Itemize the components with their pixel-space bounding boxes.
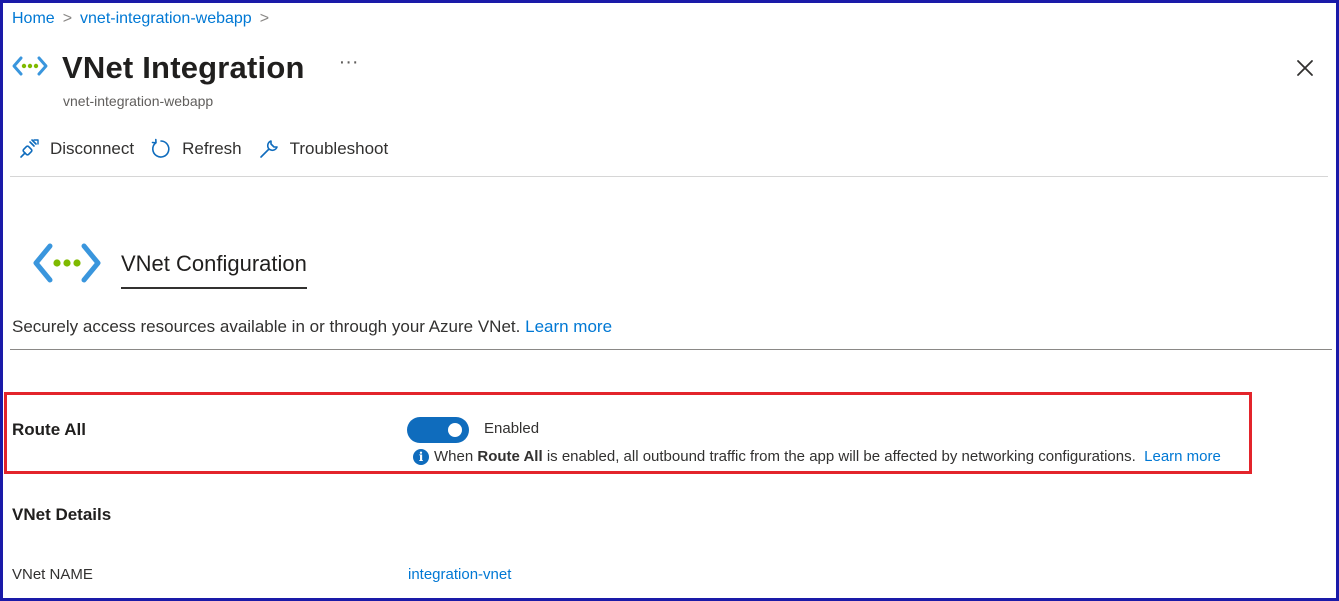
breadcrumb-webapp-link[interactable]: vnet-integration-webapp	[80, 10, 252, 28]
toolbar-divider	[10, 176, 1328, 177]
route-all-info: i When Route All is enabled, all outboun…	[413, 448, 1221, 465]
vnet-configuration-icon	[32, 240, 102, 291]
vnet-icon	[12, 54, 48, 83]
more-options-button[interactable]: ···	[339, 51, 359, 74]
breadcrumb-separator: >	[259, 10, 270, 27]
disconnect-button[interactable]: Disconnect	[18, 138, 134, 160]
info-text-bold: Route All	[477, 448, 543, 465]
close-icon	[1297, 60, 1313, 76]
refresh-button[interactable]: Refresh	[150, 138, 242, 160]
page-header: VNet Integration ···	[12, 50, 359, 86]
info-text-prefix: When	[434, 448, 474, 465]
route-all-label: Route All	[12, 420, 86, 439]
breadcrumb: Home > vnet-integration-webapp >	[12, 10, 269, 28]
close-button[interactable]	[1293, 56, 1317, 80]
learn-more-link[interactable]: Learn more	[525, 317, 612, 336]
page-title: VNet Integration	[62, 50, 305, 85]
description-text: Securely access resources available in o…	[12, 317, 521, 336]
route-all-toggle-state: Enabled	[484, 420, 540, 437]
troubleshoot-label: Troubleshoot	[289, 139, 389, 158]
refresh-icon	[151, 138, 170, 158]
screenshot-frame	[0, 0, 1339, 601]
troubleshoot-button[interactable]: Troubleshoot	[258, 138, 389, 160]
info-text-suffix: is enabled, all outbound traffic from th…	[546, 448, 1136, 465]
route-all-toggle[interactable]	[407, 417, 469, 443]
wrench-icon	[259, 140, 278, 158]
route-all-learn-more-link[interactable]: Learn more	[1144, 448, 1221, 465]
tab-vnet-configuration[interactable]: VNet Configuration	[121, 251, 307, 289]
plug-disconnect-icon	[20, 139, 39, 158]
section-description: Securely access resources available in o…	[12, 317, 612, 337]
info-icon: i	[413, 448, 429, 465]
vnet-details-heading: VNet Details	[12, 505, 112, 524]
vnet-name-label: VNet NAME	[12, 566, 93, 583]
command-bar: Disconnect Refresh Troubleshoot	[18, 138, 404, 160]
disconnect-label: Disconnect	[50, 139, 135, 158]
toggle-knob	[448, 423, 462, 437]
breadcrumb-home-link[interactable]: Home	[12, 10, 55, 28]
page-subtitle: vnet-integration-webapp	[63, 93, 214, 109]
refresh-label: Refresh	[182, 139, 242, 158]
section-divider	[10, 349, 1332, 350]
vnet-name-link[interactable]: integration-vnet	[408, 566, 511, 583]
breadcrumb-separator: >	[62, 10, 73, 27]
